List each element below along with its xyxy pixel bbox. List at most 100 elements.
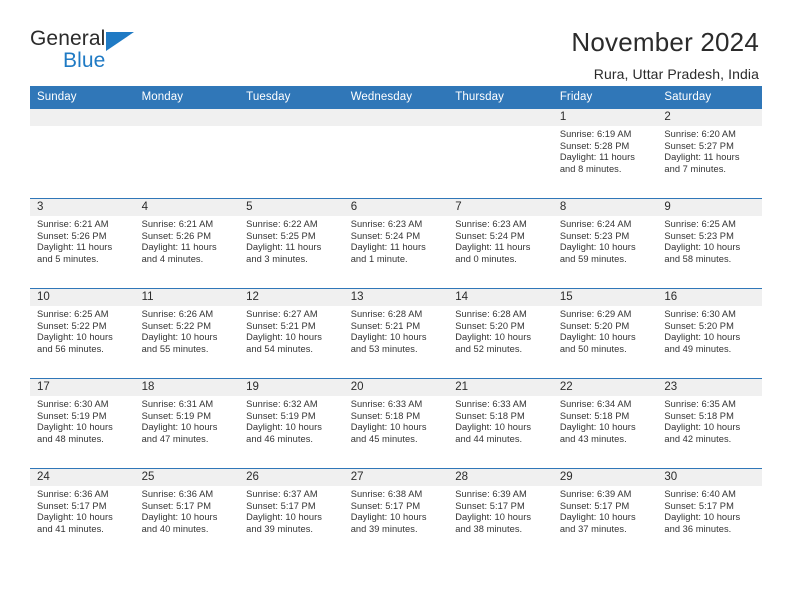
calendar-week-row: 24 Sunrise: 6:36 AM Sunset: 5:17 PM Dayligh… [30, 468, 762, 559]
sunset-text: Sunset: 5:20 PM [455, 320, 525, 331]
day-details: Sunrise: 6:26 AM Sunset: 5:22 PM Daylight:… [135, 306, 240, 355]
brand-logo[interactable]: General Blue [30, 28, 150, 80]
sunrise-text: Sunrise: 6:36 AM [37, 489, 109, 499]
calendar-day-cell[interactable]: 11 Sunrise: 6:26 AM Sunset: 5:22 PM Dayligh… [134, 288, 240, 379]
day-number: 28 [448, 469, 553, 486]
day-number: 15 [552, 289, 658, 306]
calendar-day-cell[interactable]: 22 Sunrise: 6:34 AM Sunset: 5:18 PM Dayligh… [552, 378, 658, 469]
calendar-table: Sunday Monday Tuesday Wednesday Thursday… [30, 86, 762, 559]
day-number: 14 [448, 289, 553, 306]
sunset-text: Sunset: 5:17 PM [664, 500, 734, 511]
day-number [343, 109, 449, 126]
sunrise-text: Sunrise: 6:37 AM [246, 489, 318, 499]
calendar-day-cell[interactable]: 28 Sunrise: 6:39 AM Sunset: 5:17 PM Dayligh… [448, 468, 553, 559]
day-details: Sunrise: 6:25 AM Sunset: 5:22 PM Daylight:… [30, 306, 135, 355]
calendar-day-cell[interactable]: 29 Sunrise: 6:39 AM Sunset: 5:17 PM Dayligh… [552, 468, 658, 559]
calendar-day-cell[interactable]: 12 Sunrise: 6:27 AM Sunset: 5:21 PM Dayligh… [239, 288, 344, 379]
calendar-day-cell[interactable]: 15 Sunrise: 6:29 AM Sunset: 5:20 PM Dayligh… [552, 288, 658, 379]
day-details: Sunrise: 6:29 AM Sunset: 5:20 PM Daylight:… [553, 306, 658, 355]
day-details: Sunrise: 6:32 AM Sunset: 5:19 PM Daylight:… [239, 396, 344, 445]
calendar-day-cell[interactable]: 26 Sunrise: 6:37 AM Sunset: 5:17 PM Dayligh… [239, 468, 344, 559]
sunset-text: Sunset: 5:28 PM [559, 140, 630, 151]
day-number: 7 [448, 199, 553, 216]
day-number [448, 109, 553, 126]
sunset-text: Sunset: 5:23 PM [664, 230, 734, 241]
weekday-header-tuesday: Tuesday [239, 86, 344, 109]
day-number: 24 [30, 469, 135, 486]
calendar-cell-empty [30, 108, 135, 199]
calendar-day-cell[interactable]: 20 Sunrise: 6:33 AM Sunset: 5:18 PM Dayligh… [343, 378, 449, 469]
calendar-day-cell[interactable]: 25 Sunrise: 6:36 AM Sunset: 5:17 PM Dayligh… [134, 468, 240, 559]
sunrise-text: Sunrise: 6:30 AM [664, 309, 736, 319]
sunset-text: Sunset: 5:17 PM [455, 500, 525, 511]
sunset-text: Sunset: 5:17 PM [350, 500, 421, 511]
calendar-cell-empty [134, 108, 240, 199]
calendar-body: 1 Sunrise: 6:19 AM Sunset: 5:28 PM Daylight… [30, 108, 762, 559]
sunrise-text: Sunrise: 6:28 AM [350, 309, 423, 319]
sunrise-text: Sunrise: 6:28 AM [455, 309, 527, 319]
day-number: 20 [343, 379, 449, 396]
sunrise-text: Sunrise: 6:27 AM [246, 309, 318, 319]
sunrise-text: Sunrise: 6:36 AM [141, 489, 214, 499]
calendar-day-cell[interactable]: 9 Sunrise: 6:25 AM Sunset: 5:23 PM Daylight… [657, 198, 762, 289]
daylight-text: Daylight: 10 hours and 44 minutes. [455, 422, 532, 444]
day-details: Sunrise: 6:23 AM Sunset: 5:24 PM Daylight:… [448, 216, 553, 265]
calendar-day-cell[interactable]: 16 Sunrise: 6:30 AM Sunset: 5:20 PM Dayligh… [657, 288, 762, 379]
calendar-day-cell[interactable]: 6 Sunrise: 6:23 AM Sunset: 5:24 PM Daylight… [343, 198, 449, 289]
calendar-day-cell[interactable]: 2 Sunrise: 6:20 AM Sunset: 5:27 PM Daylight… [657, 108, 762, 199]
calendar-day-cell[interactable]: 13 Sunrise: 6:28 AM Sunset: 5:21 PM Dayligh… [343, 288, 449, 379]
daylight-text: Daylight: 10 hours and 49 minutes. [664, 332, 741, 354]
daylight-text: Daylight: 10 hours and 55 minutes. [141, 332, 218, 354]
calendar-day-cell[interactable]: 3 Sunrise: 6:21 AM Sunset: 5:26 PM Daylight… [30, 198, 135, 289]
calendar-day-cell[interactable]: 30 Sunrise: 6:40 AM Sunset: 5:17 PM Dayligh… [657, 468, 762, 559]
day-details: Sunrise: 6:39 AM Sunset: 5:17 PM Daylight:… [448, 486, 553, 535]
sunset-text: Sunset: 5:19 PM [37, 410, 107, 421]
daylight-text: Daylight: 11 hours and 7 minutes. [664, 152, 740, 174]
calendar-day-cell[interactable]: 8 Sunrise: 6:24 AM Sunset: 5:23 PM Daylight… [552, 198, 658, 289]
weekday-header-thursday: Thursday [448, 86, 553, 109]
calendar-day-cell[interactable]: 21 Sunrise: 6:33 AM Sunset: 5:18 PM Dayligh… [448, 378, 553, 469]
sunrise-text: Sunrise: 6:20 AM [664, 129, 736, 139]
calendar-day-cell[interactable]: 4 Sunrise: 6:21 AM Sunset: 5:26 PM Daylight… [134, 198, 240, 289]
sunset-text: Sunset: 5:18 PM [350, 410, 421, 421]
page-header: General Blue November 2024 Rura, Uttar P… [0, 0, 792, 82]
day-details: Sunrise: 6:34 AM Sunset: 5:18 PM Daylight:… [553, 396, 658, 445]
day-details: Sunrise: 6:35 AM Sunset: 5:18 PM Daylight:… [657, 396, 762, 445]
sunrise-text: Sunrise: 6:31 AM [141, 399, 214, 409]
sunset-text: Sunset: 5:21 PM [246, 320, 316, 331]
calendar-day-cell[interactable]: 14 Sunrise: 6:28 AM Sunset: 5:20 PM Dayligh… [448, 288, 553, 379]
sunrise-text: Sunrise: 6:21 AM [141, 219, 214, 229]
sunset-text: Sunset: 5:19 PM [246, 410, 316, 421]
day-number: 22 [552, 379, 658, 396]
day-details: Sunrise: 6:21 AM Sunset: 5:26 PM Daylight:… [30, 216, 135, 265]
sunrise-text: Sunrise: 6:38 AM [350, 489, 423, 499]
day-details: Sunrise: 6:25 AM Sunset: 5:23 PM Daylight:… [657, 216, 762, 265]
calendar-day-cell[interactable]: 24 Sunrise: 6:36 AM Sunset: 5:17 PM Dayligh… [30, 468, 135, 559]
day-number: 6 [343, 199, 449, 216]
calendar-day-cell[interactable]: 5 Sunrise: 6:22 AM Sunset: 5:25 PM Daylight… [239, 198, 344, 289]
calendar-day-cell[interactable]: 10 Sunrise: 6:25 AM Sunset: 5:22 PM Dayligh… [30, 288, 135, 379]
calendar-day-cell[interactable]: 7 Sunrise: 6:23 AM Sunset: 5:24 PM Daylight… [448, 198, 553, 289]
sunset-text: Sunset: 5:20 PM [664, 320, 734, 331]
sunrise-text: Sunrise: 6:23 AM [350, 219, 423, 229]
weekday-header-saturday: Saturday [657, 86, 762, 109]
day-number: 13 [343, 289, 449, 306]
daylight-text: Daylight: 10 hours and 50 minutes. [559, 332, 636, 354]
day-details: Sunrise: 6:22 AM Sunset: 5:25 PM Daylight:… [239, 216, 344, 265]
sunset-text: Sunset: 5:21 PM [350, 320, 421, 331]
calendar-day-cell[interactable]: 18 Sunrise: 6:31 AM Sunset: 5:19 PM Dayligh… [134, 378, 240, 469]
daylight-text: Daylight: 10 hours and 46 minutes. [246, 422, 322, 444]
calendar-day-cell[interactable]: 27 Sunrise: 6:38 AM Sunset: 5:17 PM Dayligh… [343, 468, 449, 559]
daylight-text: Daylight: 10 hours and 53 minutes. [350, 332, 427, 354]
weekday-header-monday: Monday [134, 86, 240, 109]
calendar-cell-empty [239, 108, 344, 199]
daylight-text: Daylight: 10 hours and 58 minutes. [664, 242, 741, 264]
sunset-text: Sunset: 5:24 PM [350, 230, 421, 241]
day-details: Sunrise: 6:19 AM Sunset: 5:28 PM Daylight:… [553, 126, 658, 175]
day-number [30, 109, 135, 126]
calendar-day-cell[interactable]: 17 Sunrise: 6:30 AM Sunset: 5:19 PM Dayligh… [30, 378, 135, 469]
calendar-day-cell[interactable]: 1 Sunrise: 6:19 AM Sunset: 5:28 PM Daylight… [552, 108, 658, 199]
calendar-day-cell[interactable]: 23 Sunrise: 6:35 AM Sunset: 5:18 PM Dayligh… [657, 378, 762, 469]
sunrise-text: Sunrise: 6:29 AM [559, 309, 632, 319]
calendar-day-cell[interactable]: 19 Sunrise: 6:32 AM Sunset: 5:19 PM Dayligh… [239, 378, 344, 469]
